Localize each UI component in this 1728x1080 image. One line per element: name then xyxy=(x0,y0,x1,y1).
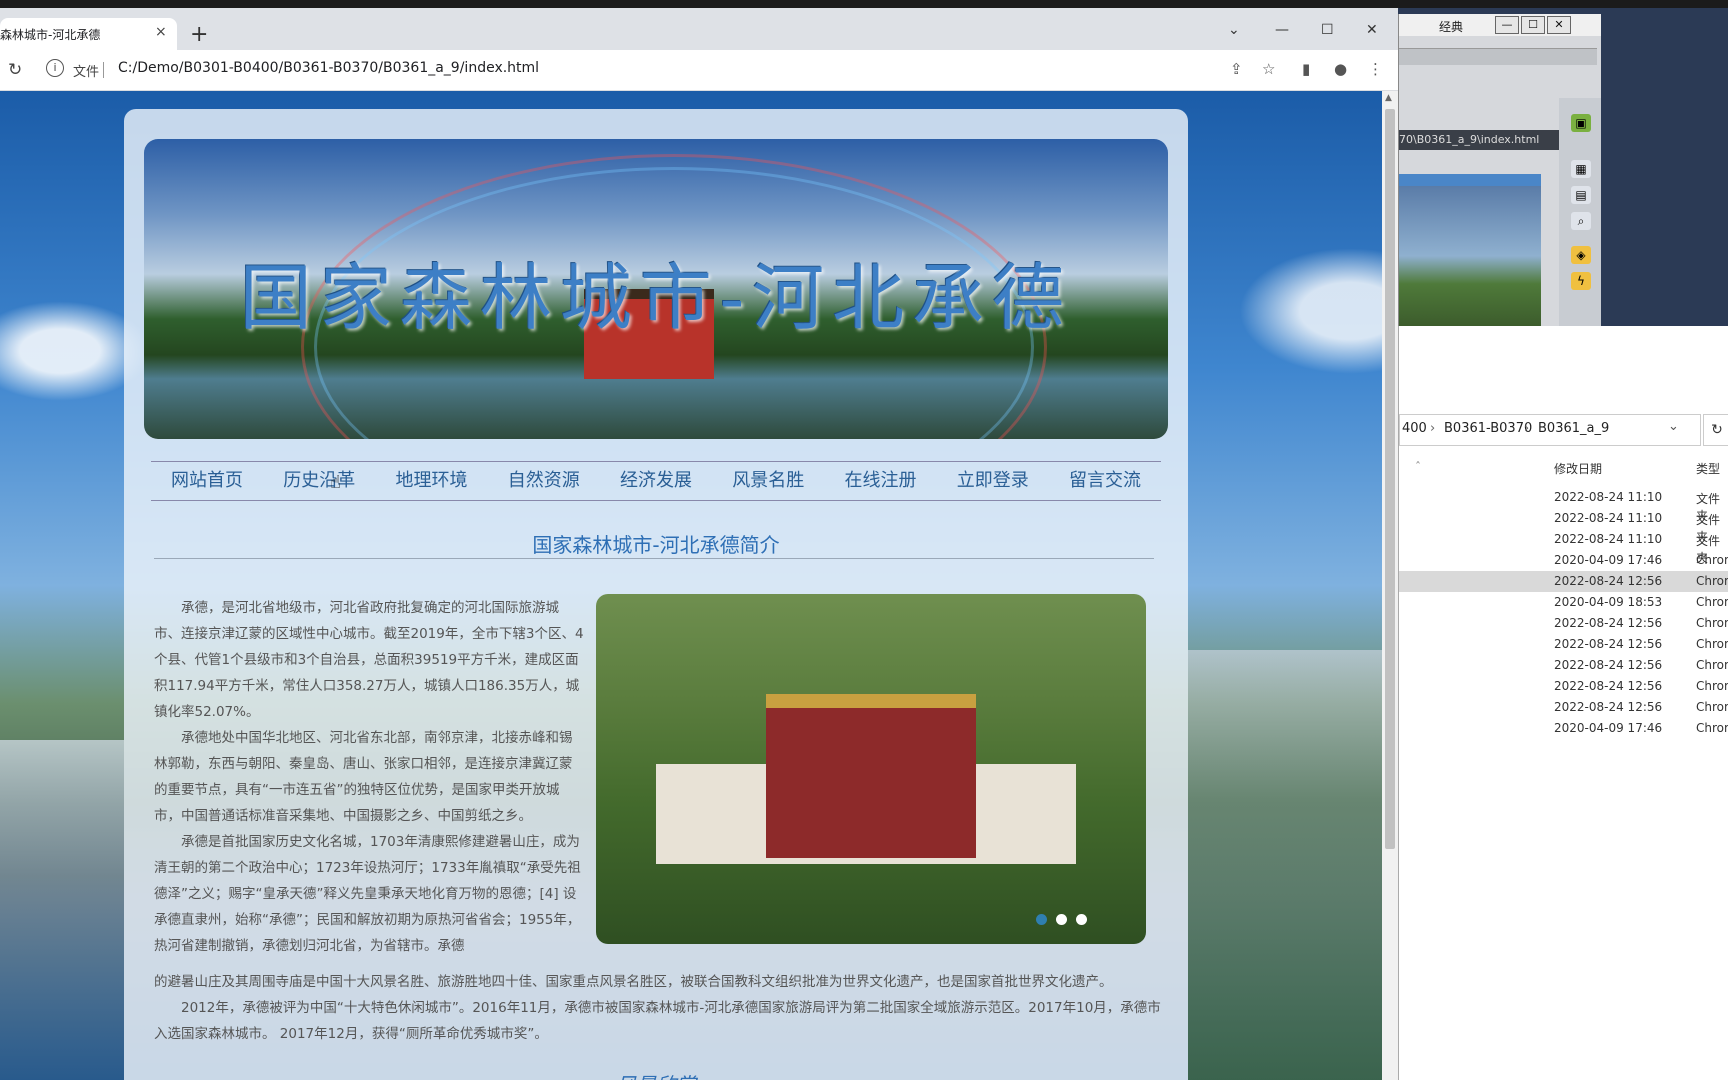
list-item[interactable]: 2022-08-24 11:10 文件夹 xyxy=(1399,487,1728,523)
side-panel-icon[interactable]: ▮ xyxy=(1302,60,1310,78)
scheme-label: 文件 xyxy=(73,65,100,80)
paragraph: 2012年，承德被评为中国“十大特色休闲城市”。2016年11月，承德市被国家森… xyxy=(154,1000,1161,1042)
intro-text-full: 的避暑山庄及其周围寺庙是中国十大风景名胜、旅游胜地四十佳、国家重点风景名胜区，被… xyxy=(154,969,1164,1047)
new-tab-button[interactable]: + xyxy=(190,24,208,46)
column-date[interactable]: 修改日期 xyxy=(1554,460,1602,477)
assets-icon[interactable]: ◈ xyxy=(1571,246,1591,264)
close-icon[interactable]: × xyxy=(155,24,167,40)
file-explorer-window: 400 › B0361-B0370 › B0361_a_9 ⌄ ↻ ˆ 修改日期… xyxy=(1398,326,1728,1080)
editor-close-button[interactable]: ✕ xyxy=(1547,16,1571,34)
breadcrumb-item[interactable]: 400 xyxy=(1402,421,1427,436)
workspace-menu[interactable]: 经典 xyxy=(1439,18,1463,35)
search-icon[interactable]: ⌕ xyxy=(1571,212,1591,230)
info-icon[interactable]: i xyxy=(46,59,64,77)
profile-icon[interactable]: ● xyxy=(1334,60,1347,78)
menu-icon[interactable]: ⋮ xyxy=(1368,60,1383,78)
breadcrumb-separator: › xyxy=(1430,421,1436,436)
list-item[interactable]: 2022-08-24 12:56Chrom xyxy=(1399,697,1728,718)
paragraph: 的避暑山庄及其周围寺庙是中国十大风景名胜、旅游胜地四十佳、国家重点风景名胜区，被… xyxy=(154,974,1113,990)
list-item[interactable]: 2022-08-24 12:56Chrom xyxy=(1399,634,1728,655)
chevron-down-icon[interactable]: ⌄ xyxy=(1668,419,1679,434)
editor-window: 经典 — ☐ ✕ 70\B0361_a_9\index.html ▣ ▦ ▤ ⌕… xyxy=(1398,14,1601,326)
nav-resources[interactable]: 自然资源 xyxy=(508,462,580,500)
editor-path: 70\B0361_a_9\index.html xyxy=(1399,130,1559,150)
breadcrumb-item[interactable]: B0361_a_9 xyxy=(1538,421,1609,436)
divider xyxy=(103,62,104,78)
list-item[interactable]: 2022-08-24 12:56Chrom xyxy=(1399,613,1728,634)
slide-dot[interactable] xyxy=(1076,914,1087,925)
page-viewport[interactable]: 国家森林城市-河北承德 网站首页 历史沿革 地理环境 自然资源 经济发展 风景名… xyxy=(0,91,1382,1080)
list-item[interactable]: 2022-08-24 11:10 文件夹 xyxy=(1399,529,1728,565)
scrollbar-thumb[interactable] xyxy=(1385,109,1395,849)
gallery-heading: 风景欣赏 xyxy=(144,1069,1168,1080)
list-item[interactable]: 2022-08-24 12:56Chrom xyxy=(1399,655,1728,676)
paragraph: 承德是首批国家历史文化名城，1703年清康熙修建避暑山庄，成为清王朝的第二个政治… xyxy=(154,834,581,954)
nav-economy[interactable]: 经济发展 xyxy=(620,462,692,500)
refresh-icon[interactable]: ↻ xyxy=(1703,414,1728,446)
vertical-scrollbar[interactable]: ▲ xyxy=(1382,91,1398,1080)
nav-guestbook[interactable]: 留言交流 xyxy=(1069,462,1141,500)
paragraph: 承德地处中国华北地区、河北省东北部，南邻京津，北接赤峰和锡林郭勒，东西与朝阳、秦… xyxy=(154,730,573,824)
sort-up-icon: ˆ xyxy=(1415,460,1421,474)
background-city-right xyxy=(1188,650,1382,1080)
nav-scenery[interactable]: 风景名胜 xyxy=(732,462,804,500)
reload-icon[interactable]: ↻ xyxy=(8,60,22,80)
divider xyxy=(154,558,1154,559)
lightning-icon[interactable]: ϟ xyxy=(1571,272,1591,290)
browser-window: 森林城市-河北承德 × + ⌄ — ☐ ✕ ↻ i 文件 C:/Demo/B03… xyxy=(0,8,1398,1080)
chevron-down-icon[interactable]: ⌄ xyxy=(1228,22,1240,38)
nav-geography[interactable]: 地理环境 xyxy=(396,462,468,500)
page-container: 国家森林城市-河北承德 网站首页 历史沿革 地理环境 自然资源 经济发展 风景名… xyxy=(124,109,1188,1080)
share-icon[interactable]: ⇪ xyxy=(1230,60,1243,78)
nav-history[interactable]: 历史沿革 xyxy=(283,462,355,500)
tab-strip: 森林城市-河北承德 × + ⌄ — ☐ ✕ xyxy=(0,8,1398,50)
editor-preview-bar xyxy=(1399,174,1541,186)
layout-icon[interactable]: ▤ xyxy=(1571,186,1591,204)
list-item[interactable]: 2022-08-24 11:10 文件夹 xyxy=(1399,508,1728,544)
maximize-button[interactable]: ☐ xyxy=(1321,22,1334,38)
image-icon[interactable]: ▣ xyxy=(1571,114,1591,132)
intro-heading: 国家森林城市-河北承德简介 xyxy=(532,533,780,557)
background-city-left xyxy=(0,740,124,1080)
nav-login[interactable]: 立即登录 xyxy=(957,462,1029,500)
browser-toolbar: ↻ i 文件 C:/Demo/B0301-B0400/B0361-B0370/B… xyxy=(0,50,1398,91)
table-icon[interactable]: ▦ xyxy=(1571,160,1591,178)
banner-image: 国家森林城市-河北承德 xyxy=(144,139,1168,439)
editor-maximize-button[interactable]: ☐ xyxy=(1521,16,1545,34)
minimize-button[interactable]: — xyxy=(1275,22,1289,38)
browser-tab[interactable]: 森林城市-河北承德 × xyxy=(0,18,177,50)
list-item[interactable]: 2020-04-09 17:46Chrom xyxy=(1399,718,1728,739)
main-nav: 网站首页 历史沿革 地理环境 自然资源 经济发展 风景名胜 在线注册 立即登录 … xyxy=(151,461,1161,501)
monastery-graphic xyxy=(766,694,976,858)
star-icon[interactable]: ☆ xyxy=(1262,60,1275,78)
editor-tabbar xyxy=(1399,48,1597,65)
paragraph: 承德，是河北省地级市，河北省政府批复确定的河北国际旅游城市、连接京津辽蒙的区域性… xyxy=(154,600,584,720)
nav-home[interactable]: 网站首页 xyxy=(171,462,243,500)
slide-dot[interactable] xyxy=(1036,914,1047,925)
close-button[interactable]: ✕ xyxy=(1366,22,1378,38)
url-bar[interactable]: C:/Demo/B0301-B0400/B0361-B0370/B0361_a_… xyxy=(118,60,539,76)
scroll-up-icon[interactable]: ▲ xyxy=(1385,93,1392,103)
list-item[interactable]: 2022-08-24 12:56Chrom xyxy=(1399,571,1728,592)
banner-title: 国家森林城市-河北承德 xyxy=(239,256,1073,340)
editor-preview-image xyxy=(1399,186,1541,326)
editor-minimize-button[interactable]: — xyxy=(1495,16,1519,34)
mouse-cursor-icon: ☝ xyxy=(330,472,341,493)
nav-register[interactable]: 在线注册 xyxy=(845,462,917,500)
slide-dot[interactable] xyxy=(1056,914,1067,925)
list-item[interactable]: 2022-08-24 12:56Chrom xyxy=(1399,676,1728,697)
tab-title: 森林城市-河北承德 xyxy=(0,28,101,42)
list-item[interactable]: 2020-04-09 18:53Chrom xyxy=(1399,592,1728,613)
breadcrumb-separator: › xyxy=(1524,421,1530,436)
slideshow-image[interactable] xyxy=(596,594,1146,944)
address-bar[interactable]: 400 › B0361-B0370 › B0361_a_9 ⌄ xyxy=(1399,414,1701,446)
intro-text: 承德，是河北省地级市，河北省政府批复确定的河北国际旅游城市、连接京津辽蒙的区域性… xyxy=(154,595,584,959)
list-item[interactable]: 2020-04-09 17:46Chrom xyxy=(1399,550,1728,571)
screen-top-strip xyxy=(0,0,1728,8)
column-type[interactable]: 类型 xyxy=(1696,460,1720,477)
breadcrumb-item[interactable]: B0361-B0370 xyxy=(1444,421,1532,436)
